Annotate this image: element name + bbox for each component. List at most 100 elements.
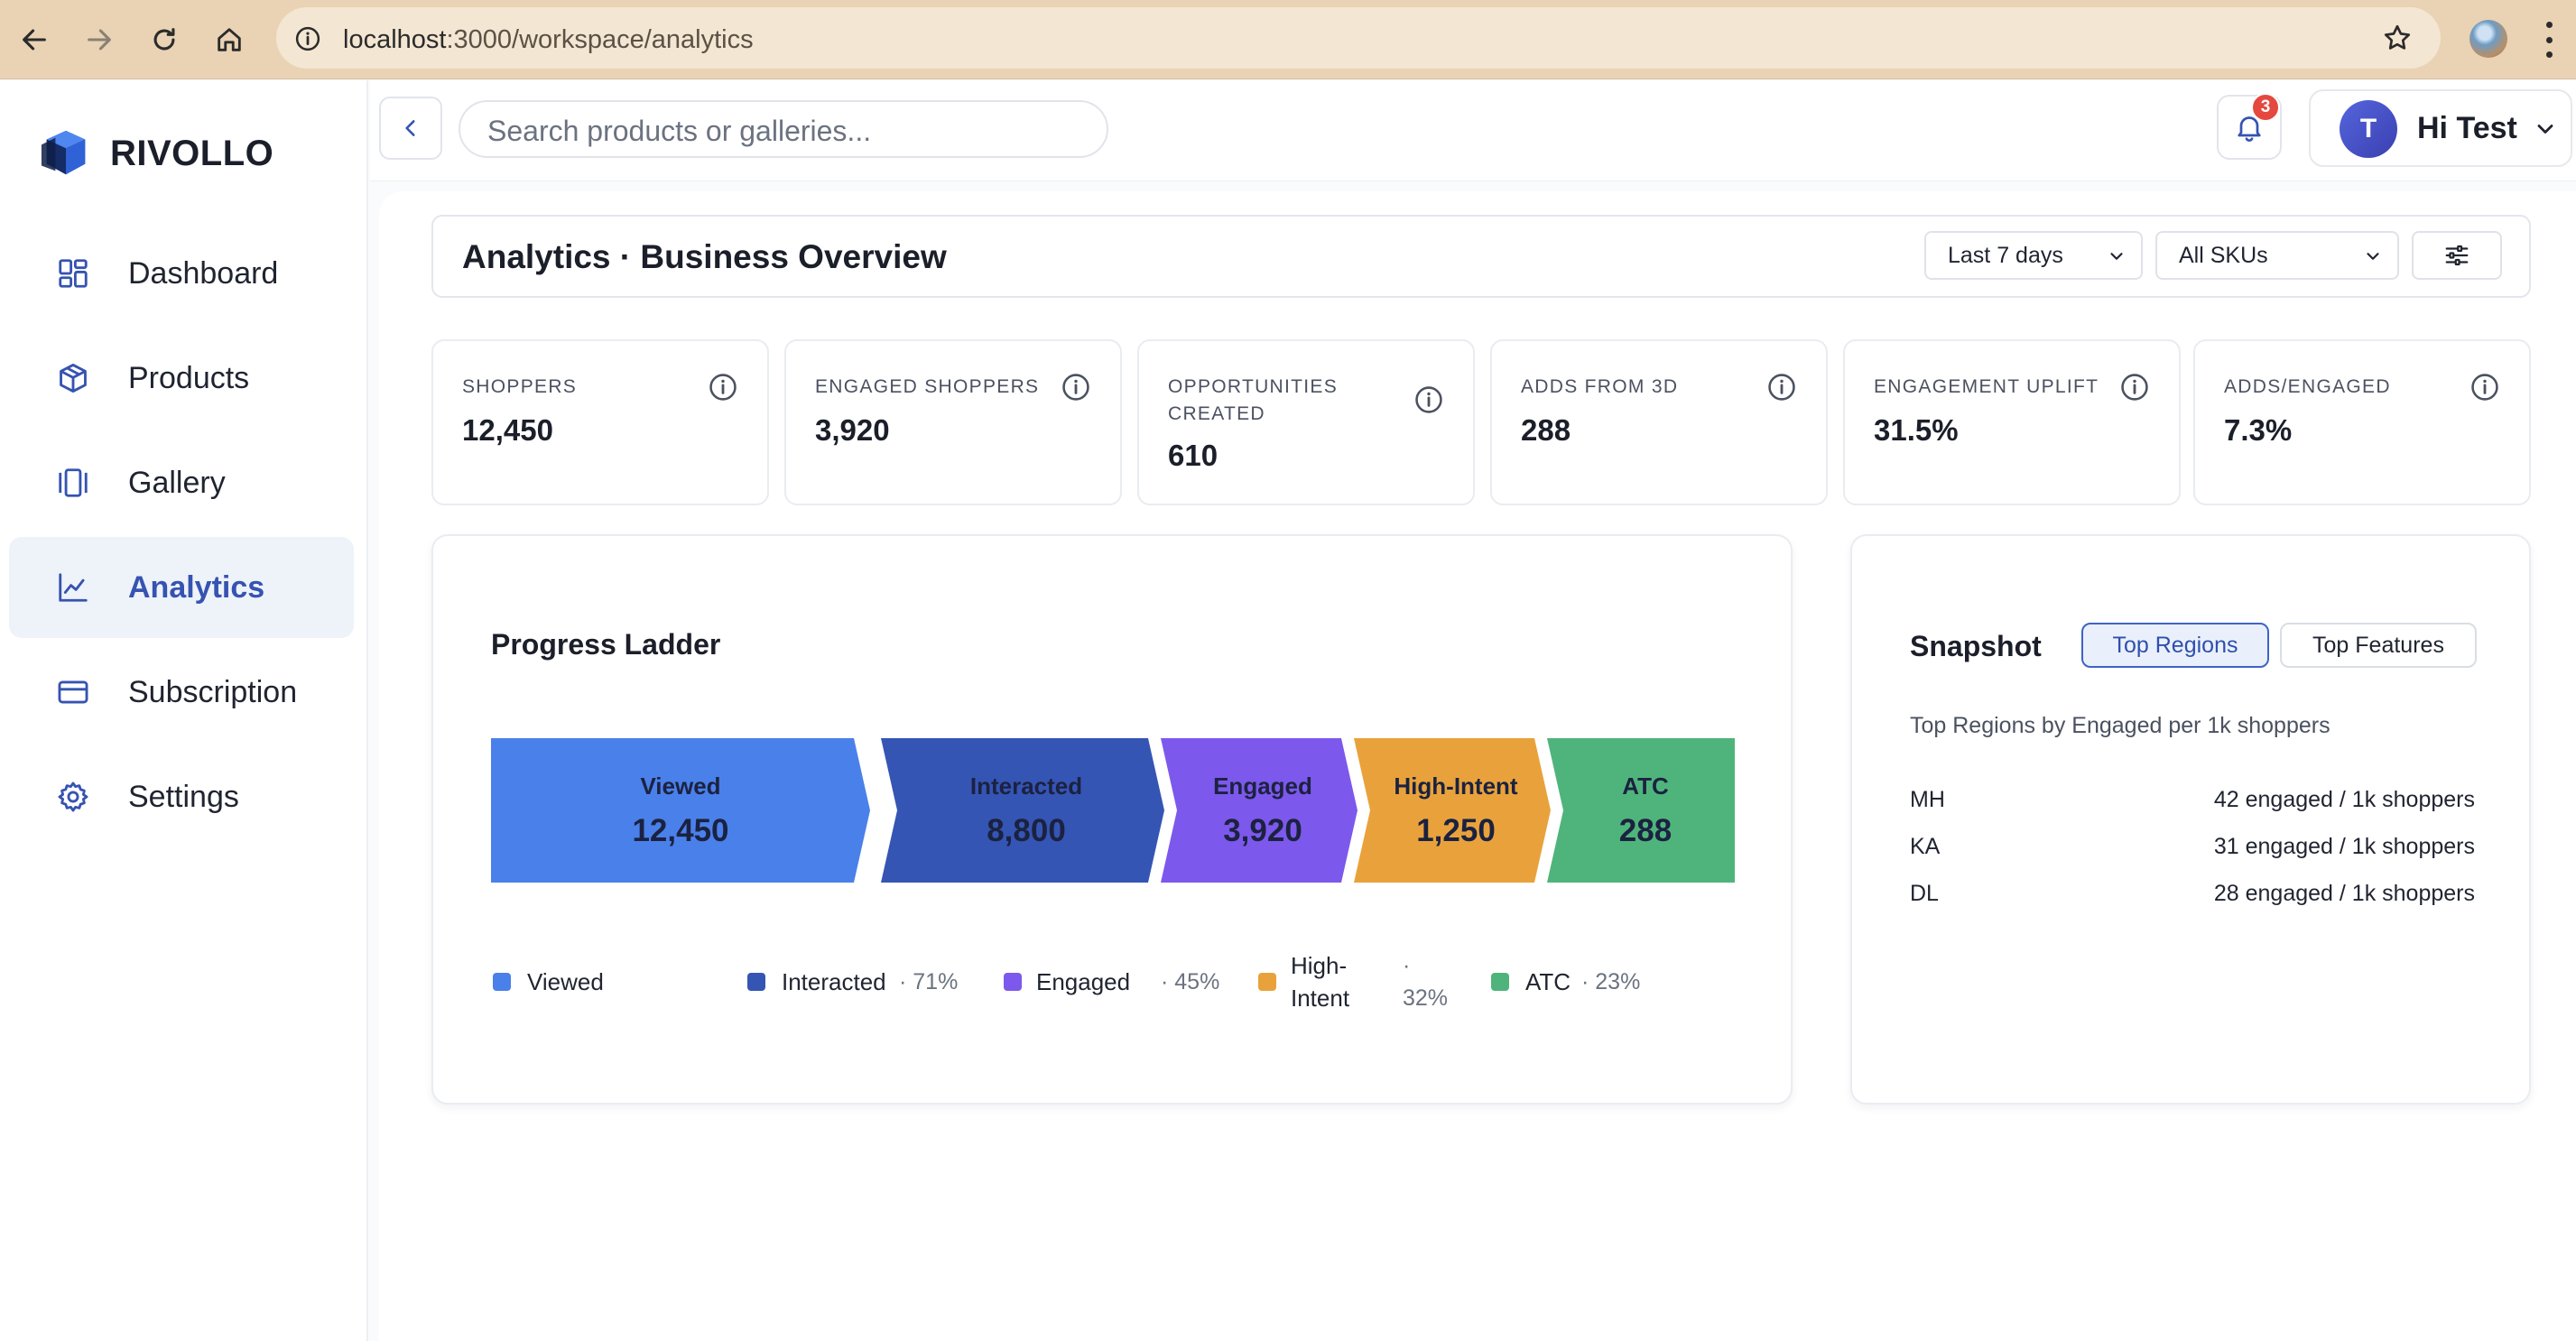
tab-top-features[interactable]: Top Features (2280, 623, 2477, 668)
kpi-label: ENGAGED SHOPPERS (815, 376, 1040, 397)
legend-swatch-interacted (747, 973, 765, 991)
legend-swatch-atc (1491, 973, 1509, 991)
brand-name: RIVOLLO (110, 133, 274, 173)
info-icon[interactable] (2469, 372, 2500, 402)
kpi-card-adds-from-3d: ADDS FROM 3D 288 (1490, 339, 1828, 505)
tab-top-regions[interactable]: Top Regions (2081, 623, 2269, 668)
sidebar-item-dashboard[interactable]: Dashboard (9, 223, 354, 324)
sidebar-item-label: Subscription (128, 674, 298, 709)
brand-logo-icon (41, 130, 86, 175)
sidebar-item-analytics[interactable]: Analytics (9, 537, 354, 638)
gear-icon (58, 781, 88, 812)
region-row: DL 28 engaged / 1k shoppers (1910, 881, 2475, 913)
kpi-label: ADDS FROM 3D (1521, 376, 1679, 397)
info-icon[interactable] (1061, 372, 1091, 402)
browser-menu-icon[interactable] (2544, 22, 2554, 58)
snapshot-title: Snapshot (1910, 630, 2042, 662)
kpi-value: 610 (1168, 439, 1219, 472)
kpi-card-engaged-shoppers: ENGAGED SHOPPERS 3,920 (784, 339, 1122, 505)
kpi-value: 288 (1521, 413, 1571, 447)
chevron-down-icon (2367, 253, 2379, 260)
legend-percent: · 71% (899, 969, 959, 994)
region-value: 42 engaged / 1k shoppers (2213, 787, 2475, 812)
browser-forward-button[interactable] (76, 16, 123, 63)
kpi-label: ENGAGEMENT UPLIFT (1874, 376, 2099, 397)
info-icon[interactable] (1413, 384, 1444, 415)
step-label: Engaged (1213, 772, 1312, 800)
info-icon[interactable] (708, 372, 738, 402)
region-value: 31 engaged / 1k shoppers (2213, 834, 2475, 859)
step-value: 288 (1618, 812, 1673, 848)
browser-profile-avatar[interactable] (2469, 20, 2507, 58)
legend-label: ATC (1525, 968, 1571, 995)
legend-label: High- (1291, 952, 1348, 979)
kpi-card-engagement-uplift: ENGAGEMENT UPLIFT 31.5% (1843, 339, 2181, 505)
kpi-label: ADDS/ENGAGED (2224, 376, 2391, 397)
sidebar-item-products[interactable]: Products (9, 328, 354, 429)
dashboard-icon (59, 259, 88, 288)
legend-label: Interacted (782, 968, 886, 995)
sidebar-item-subscription[interactable]: Subscription (9, 642, 354, 743)
sidebar-item-label: Dashboard (128, 255, 279, 291)
step-label: Viewed (640, 772, 721, 800)
chevron-left-icon (405, 120, 415, 136)
bookmark-star-icon[interactable] (2381, 22, 2414, 54)
address-bar[interactable]: localhost:3000/workspace/analytics (276, 7, 2441, 69)
sidebar-item-settings[interactable]: Settings (9, 746, 354, 847)
step-label: ATC (1622, 772, 1669, 800)
chevron-down-icon (2537, 125, 2553, 134)
kpi-card-opportunities-created: OPPORTUNITIES CREATED 610 (1137, 339, 1475, 505)
notification-count-badge: 3 (2251, 93, 2280, 122)
legend-swatch-engaged (1004, 973, 1022, 991)
info-icon[interactable] (1766, 372, 1797, 402)
sidebar-nav: Dashboard Products Gallery Analytics Sub… (9, 223, 354, 851)
region-value: 28 engaged / 1k shoppers (2213, 881, 2475, 906)
brand[interactable]: RIVOLLO (40, 127, 273, 180)
kpi-value: 12,450 (462, 413, 553, 447)
browser-back-button[interactable] (11, 16, 58, 63)
info-icon[interactable] (2119, 372, 2150, 402)
legend-label: Intent (1291, 985, 1350, 1012)
sidebar-item-label: Products (128, 360, 250, 395)
search-input[interactable] (487, 113, 1083, 149)
search-box (459, 100, 1108, 158)
browser-reload-button[interactable] (141, 16, 188, 63)
kpi-value: 31.5% (1874, 413, 1959, 447)
filter-settings-button[interactable] (2412, 231, 2502, 280)
legend-percent: 32% (1403, 985, 1449, 1011)
sku-value: All SKUs (2179, 242, 2268, 268)
collapse-sidebar-button[interactable] (379, 97, 442, 160)
kpi-row: SHOPPERS 12,450 ENGAGED SHOPPERS 3,920 O… (431, 339, 2531, 505)
ladder-step-viewed: Viewed 12,450 (491, 738, 870, 883)
gallery-icon (59, 468, 88, 497)
kpi-label: SHOPPERS (462, 376, 578, 397)
browser-toolbar: localhost:3000/workspace/analytics (0, 0, 2576, 79)
arrow-right-icon (88, 29, 111, 51)
user-menu[interactable]: T Hi Test (2309, 89, 2572, 167)
chart-line-icon (59, 573, 88, 602)
sku-select[interactable]: All SKUs (2155, 231, 2399, 280)
sidebar-item-label: Analytics (128, 569, 265, 605)
card-icon (58, 680, 88, 704)
legend-percent: · 45% (1161, 969, 1220, 994)
kpi-label: OPPORTUNITIES CREATED (1168, 376, 1339, 424)
progress-ladder: Viewed 12,450 Interacted 8,800 Engaged 3… (491, 738, 1735, 883)
step-value: 12,450 (632, 812, 729, 848)
legend-percent: · 23% (1581, 969, 1641, 994)
region-code: KA (1910, 834, 1941, 859)
sidebar-item-label: Settings (128, 779, 239, 814)
date-range-select[interactable]: Last 7 days (1924, 231, 2143, 280)
url-host: localhost (343, 25, 447, 54)
step-value: 8,800 (987, 812, 1066, 848)
step-value: 1,250 (1416, 812, 1496, 848)
snapshot-subtitle: Top Regions by Engaged per 1k shoppers (1910, 713, 2330, 738)
browser-home-button[interactable] (206, 16, 253, 63)
reload-icon (153, 28, 175, 51)
page-header: Analytics · Business Overview Last 7 day… (431, 215, 2531, 298)
site-info-icon[interactable] (294, 25, 321, 52)
sidebar-item-gallery[interactable]: Gallery (9, 432, 354, 533)
home-icon (218, 28, 241, 51)
step-label: Interacted (969, 772, 1083, 800)
box-icon (60, 364, 87, 393)
page-title: Analytics · Business Overview (462, 238, 947, 275)
